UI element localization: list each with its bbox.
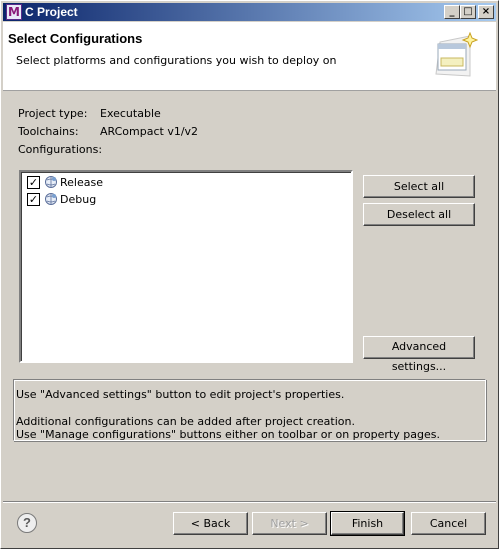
message-line: Use "Advanced settings" button to edit p… [16,388,345,401]
project-type-value: Executable [100,107,161,120]
release-checkbox[interactable]: ✓ [27,175,40,189]
config-item-debug[interactable]: ✓ Debug [27,191,96,207]
project-type-label: Project type: [18,107,88,120]
advanced-settings-button[interactable]: Advanced settings... [363,336,475,373]
config-label: Release [60,175,103,189]
next-button[interactable]: Next > [252,512,327,535]
config-label: Debug [60,192,97,206]
wizard-header: Select Configurations Select platforms a… [3,22,496,91]
select-all-button[interactable]: Select all [363,175,475,198]
deselect-all-button[interactable]: Deselect all [363,203,475,226]
minimize-button[interactable]: _ [444,5,460,19]
app-icon: M [6,4,22,20]
window-title: C Project [25,5,78,19]
config-item-release[interactable]: ✓ Release [27,174,103,190]
help-icon[interactable]: ? [17,513,37,533]
page-description: Select platforms and configurations you … [16,54,337,67]
configurations-label: Configurations: [18,143,103,156]
info-message-box: Use "Advanced settings" button to edit p… [13,379,486,441]
cancel-button[interactable]: Cancel [411,512,486,535]
back-button[interactable]: < Back [173,512,248,535]
configuration-icon [45,176,57,188]
message-line: Additional configurations can be added a… [16,415,355,428]
toolchains-label: Toolchains: [18,125,79,138]
footer-separator [3,501,496,503]
maximize-button[interactable]: □ [460,5,476,19]
close-button[interactable]: × [478,5,494,19]
page-title: Select Configurations [8,31,143,46]
debug-checkbox[interactable]: ✓ [27,192,40,206]
configuration-icon [45,193,57,205]
finish-button[interactable]: Finish [330,511,405,536]
wizard-banner-icon [435,32,478,77]
message-line: Use "Manage configurations" buttons eith… [16,428,440,441]
toolchains-value: ARCompact v1/v2 [100,125,199,138]
configurations-list[interactable]: ✓ Release ✓ Debug [19,170,353,363]
title-bar[interactable]: M C Project _ □ × [3,3,496,21]
c-project-dialog: M C Project _ □ × Select Configurations … [0,0,499,549]
